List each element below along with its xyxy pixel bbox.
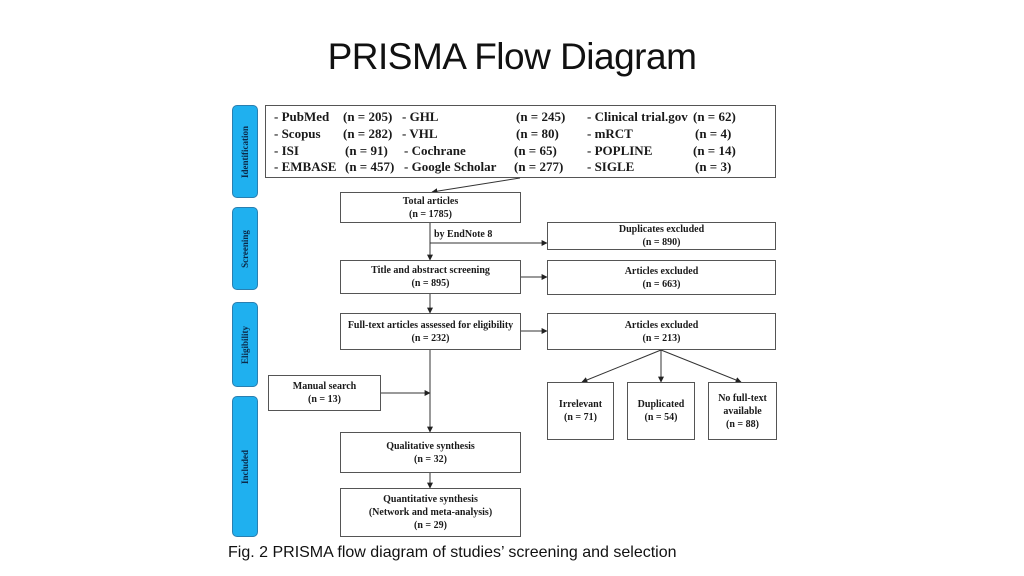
- source-count: (n = 457): [345, 159, 395, 174]
- source-name: - GHL: [402, 109, 439, 124]
- source-name: - VHL: [402, 126, 438, 141]
- box-label: Quantitative synthesis: [383, 494, 478, 505]
- source-name: - PubMed: [274, 109, 330, 124]
- source-name: - Scopus: [274, 126, 321, 141]
- source-name: - Clinical trial.gov: [587, 109, 688, 124]
- source-count: (n = 205): [343, 109, 393, 124]
- source-name: - EMBASE: [274, 159, 337, 174]
- box-count: (n = 663): [642, 278, 681, 290]
- qualitative-synthesis-box: Qualitative synthesis (n = 32): [340, 432, 521, 473]
- box-label: Qualitative synthesis: [386, 440, 475, 452]
- box-label: Articles excluded: [624, 319, 699, 331]
- source-count: (n = 245): [516, 109, 566, 124]
- box-label: No full-text: [718, 392, 767, 404]
- box-label: Articles excluded: [624, 265, 699, 277]
- box-label: Full-text articles assessed for eligibil…: [347, 319, 514, 331]
- source-count: (n = 4): [695, 126, 732, 141]
- box-label: Total articles: [402, 195, 459, 207]
- source-count: (n = 91): [345, 143, 388, 158]
- duplicated-box: Duplicated (n = 54): [627, 382, 695, 440]
- box-label: Duplicates excluded: [618, 224, 705, 235]
- identification-sources-box: - PubMed (n = 205) - Scopus (n = 282) - …: [265, 105, 776, 178]
- box-count: (n = 895): [411, 278, 450, 289]
- no-fulltext-box: No full-text available (n = 88): [708, 382, 777, 440]
- box-count: (n = 890): [642, 237, 681, 248]
- box-label: Irrelevant: [558, 399, 603, 410]
- stage-identification: Identification: [232, 105, 258, 198]
- slide-title: PRISMA Flow Diagram: [327, 36, 697, 77]
- source-name: - Google Scholar: [404, 159, 497, 174]
- box-count: (n = 29): [414, 520, 447, 531]
- source-count: (n = 62): [693, 109, 736, 124]
- stage-screening: Screening: [232, 207, 258, 290]
- box-count: (n = 13): [308, 394, 341, 405]
- articles-excluded-eligibility-box: Articles excluded (n = 213): [547, 313, 776, 350]
- title-abstract-screening-box: Title and abstract screening (n = 895): [340, 260, 521, 294]
- source-name: - Cochrane: [404, 143, 466, 158]
- fulltext-assessed-box: Full-text articles assessed for eligibil…: [340, 313, 521, 350]
- box-count: (n = 71): [564, 412, 597, 423]
- arrow-excluded-to-nofulltext: [660, 349, 742, 383]
- box-count: (n = 1785): [409, 208, 452, 220]
- stage-label: Included: [240, 449, 250, 484]
- source-name: - POPLINE: [587, 143, 653, 158]
- figure-caption: Fig. 2 PRISMA flow diagram of studies’ s…: [228, 544, 677, 561]
- source-name: - ISI: [274, 143, 299, 158]
- quantitative-synthesis-box: Quantitative synthesis (Network and meta…: [340, 488, 521, 537]
- box-count: (n = 88): [726, 418, 759, 430]
- irrelevant-box: Irrelevant (n = 71): [547, 382, 614, 440]
- box-label: Duplicated: [637, 399, 685, 410]
- source-count: (n = 3): [695, 159, 732, 174]
- box-count: (n = 232): [411, 332, 450, 344]
- box-count: (n = 213): [642, 332, 681, 344]
- manual-search-box: Manual search (n = 13): [268, 375, 381, 411]
- duplicates-excluded-box: Duplicates excluded (n = 890): [547, 222, 776, 250]
- source-count: (n = 80): [516, 126, 559, 141]
- source-name: - mRCT: [587, 126, 633, 141]
- source-count: (n = 282): [343, 126, 393, 141]
- box-label: Manual search: [292, 381, 357, 392]
- total-articles-box: Total articles (n = 1785): [340, 192, 521, 223]
- stage-eligibility: Eligibility: [232, 302, 258, 387]
- box-count: (n = 54): [644, 412, 678, 423]
- stage-label: Screening: [240, 229, 250, 268]
- arrow-excluded-to-irrelevant: [581, 349, 662, 383]
- source-name: - SIGLE: [587, 159, 635, 174]
- box-label: available: [723, 405, 762, 417]
- stage-label: Identification: [240, 125, 250, 178]
- source-count: (n = 65): [514, 143, 557, 158]
- box-sublabel: (Network and meta-analysis): [368, 507, 493, 518]
- endnote-label: by EndNote 8: [434, 229, 493, 240]
- box-label: Title and abstract screening: [371, 265, 490, 276]
- stage-included: Included: [232, 396, 258, 537]
- articles-excluded-screening-box: Articles excluded (n = 663): [547, 260, 776, 295]
- box-count: (n = 32): [414, 453, 447, 465]
- arrow-identification-to-total: [431, 177, 521, 195]
- source-count: (n = 14): [693, 143, 736, 158]
- stage-label: Eligibility: [240, 325, 250, 364]
- source-count: (n = 277): [514, 159, 564, 174]
